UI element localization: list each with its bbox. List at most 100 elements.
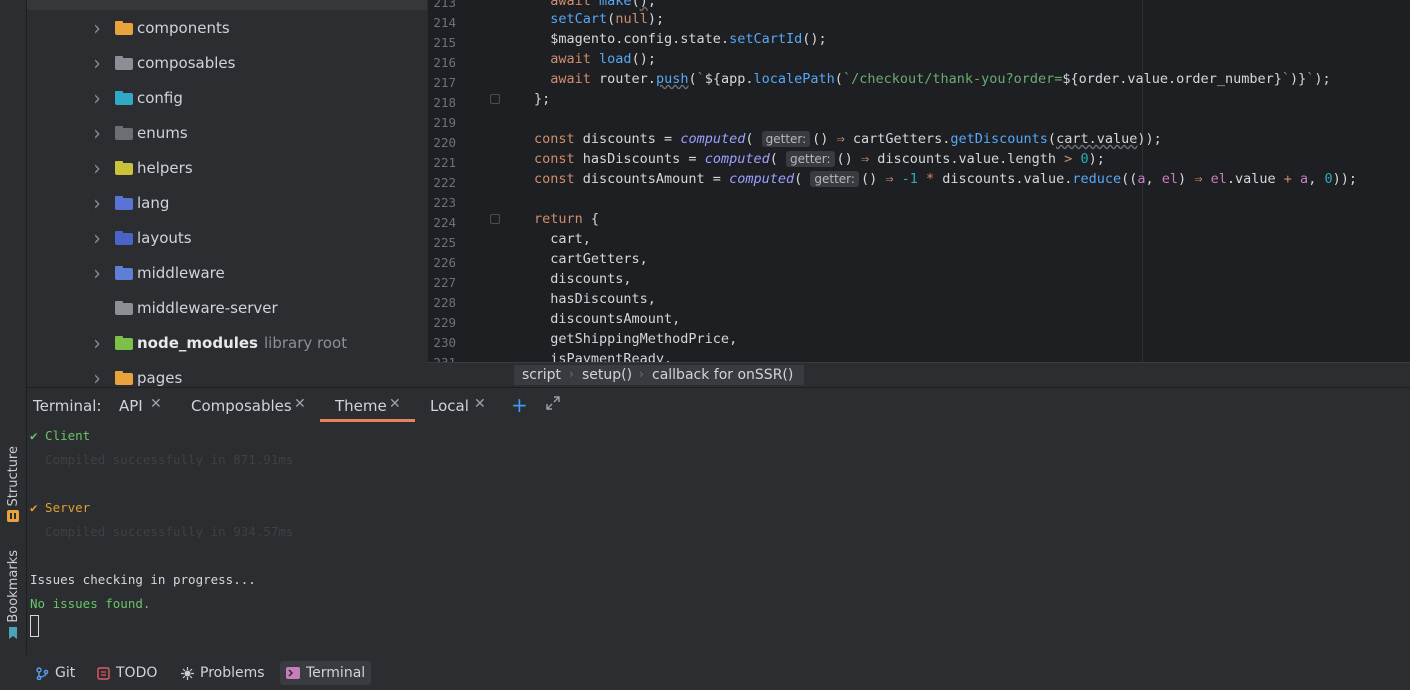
line-number: 217 bbox=[433, 75, 456, 90]
close-icon[interactable]: ✕ bbox=[294, 396, 306, 412]
chevron-right-icon[interactable]: › bbox=[94, 88, 103, 108]
add-tab-icon[interactable]: + bbox=[511, 393, 528, 417]
breadcrumb-script[interactable]: script bbox=[522, 367, 561, 383]
code-editor[interactable]: 213 214 215 216 217 218 219 220 221 222 223 224 225 2… bbox=[428, 0, 1410, 362]
code-line: const discountsAmount = computed( getter… bbox=[534, 171, 1357, 187]
chevron-right-icon[interactable]: › bbox=[94, 158, 103, 178]
tree-item-config[interactable]: › config bbox=[27, 80, 427, 115]
code-line: const discounts = computed( getter:() ⇒ … bbox=[534, 131, 1162, 147]
tab-theme[interactable]: Theme bbox=[335, 397, 387, 415]
terminal-label-bottom: Terminal bbox=[306, 665, 366, 681]
line-number: 215 bbox=[433, 35, 456, 50]
code-line: cart, bbox=[534, 231, 591, 247]
issues-checking: Issues checking in progress... bbox=[30, 572, 256, 587]
line-number: 222 bbox=[433, 175, 456, 190]
folder-icon bbox=[115, 160, 133, 175]
code-line: await router.push(`${app.localePath(`/ch… bbox=[550, 71, 1331, 87]
chevron-right-icon[interactable]: › bbox=[94, 53, 103, 73]
tree-item-label: config bbox=[137, 88, 183, 107]
chevron-right-icon[interactable]: › bbox=[94, 193, 103, 213]
tree-item-components[interactable]: › components bbox=[27, 10, 427, 45]
problems-icon bbox=[181, 666, 194, 680]
line-number: 229 bbox=[433, 315, 456, 330]
line-number: 230 bbox=[433, 335, 456, 350]
tree-item-middleware-server[interactable]: middleware-server bbox=[27, 290, 427, 325]
chevron-right-icon[interactable]: › bbox=[94, 228, 103, 248]
chevron-right-icon[interactable]: › bbox=[94, 263, 103, 283]
no-issues: No issues found. bbox=[30, 596, 151, 611]
line-number: 220 bbox=[433, 135, 456, 150]
bookmarks-tab[interactable]: Bookmarks bbox=[2, 550, 24, 639]
tree-item-helpers[interactable]: › helpers bbox=[27, 150, 427, 185]
close-icon[interactable]: ✕ bbox=[150, 396, 162, 412]
left-tool-stripe: Structure Bookmarks bbox=[0, 0, 27, 690]
line-number: 218 bbox=[433, 95, 456, 110]
client-status: ✔ Client bbox=[30, 428, 91, 443]
tab-api[interactable]: API bbox=[119, 397, 143, 415]
breadcrumb-setup[interactable]: setup() bbox=[582, 367, 632, 383]
code-line: return { bbox=[534, 211, 600, 227]
code-line: isPaymentReady, bbox=[534, 351, 673, 362]
tree-item-label: pages bbox=[137, 368, 183, 387]
tree-item-label: composables bbox=[137, 53, 236, 72]
line-number: 225 bbox=[433, 235, 456, 250]
structure-tab[interactable]: Structure bbox=[2, 446, 24, 523]
folder-icon bbox=[115, 125, 133, 140]
tree-item-label: helpers bbox=[137, 158, 193, 177]
folder-icon bbox=[115, 300, 133, 315]
bookmarks-tab-label: Bookmarks bbox=[5, 550, 21, 623]
code-line: discountsAmount, bbox=[534, 311, 681, 327]
line-number: 228 bbox=[433, 295, 456, 310]
chevron-right-icon[interactable]: › bbox=[94, 333, 103, 353]
line-number: 224 bbox=[433, 215, 456, 230]
tree-item-label: middleware-server bbox=[137, 298, 278, 317]
chevron-right-icon[interactable]: › bbox=[94, 123, 103, 143]
git-button[interactable]: Git bbox=[30, 661, 81, 685]
todo-button[interactable]: TODO bbox=[91, 661, 163, 685]
tree-item-label: node_modules library root bbox=[137, 333, 348, 352]
line-number: 219 bbox=[433, 115, 456, 130]
line-number: 214 bbox=[433, 15, 456, 30]
code-line: getShippingMethodPrice, bbox=[534, 331, 738, 347]
tree-item-node-modules[interactable]: › node_modules library root bbox=[27, 325, 427, 360]
tree-item-label: middleware bbox=[137, 263, 225, 282]
terminal-output[interactable]: ✔ Client Compiled successfully in 871.91… bbox=[27, 422, 1410, 655]
tree-item-layouts[interactable]: › layouts bbox=[27, 220, 427, 255]
line-number: 213 bbox=[433, 0, 456, 10]
breadcrumb-callback[interactable]: callback for onSSR() bbox=[652, 367, 793, 383]
folder-icon bbox=[115, 20, 133, 35]
code-line: const hasDiscounts = computed( getter:()… bbox=[534, 151, 1105, 167]
folder-icon bbox=[115, 265, 133, 280]
folder-icon bbox=[115, 370, 133, 385]
tree-item-enums[interactable]: › enums bbox=[27, 115, 427, 150]
structure-icon bbox=[7, 510, 19, 523]
fold-marker[interactable] bbox=[490, 214, 500, 224]
problems-button[interactable]: Problems bbox=[175, 661, 271, 685]
terminal-button[interactable]: Terminal bbox=[280, 661, 372, 685]
server-compiled: Compiled successfully in 934.57ms bbox=[30, 524, 294, 539]
code-line: await load(); bbox=[550, 51, 656, 67]
code-line: hasDiscounts, bbox=[534, 291, 656, 307]
tree-item-pages[interactable]: › pages bbox=[27, 360, 427, 388]
close-icon[interactable]: ✕ bbox=[389, 396, 401, 412]
close-icon[interactable]: ✕ bbox=[474, 396, 486, 412]
chevron-right-icon[interactable]: › bbox=[94, 18, 103, 38]
code-line: discounts, bbox=[534, 271, 632, 287]
line-number: 216 bbox=[433, 55, 456, 70]
folder-icon bbox=[115, 230, 133, 245]
tab-composables[interactable]: Composables bbox=[191, 397, 292, 415]
chevron-right-icon[interactable]: › bbox=[94, 368, 103, 388]
line-number: 226 bbox=[433, 255, 456, 270]
breadcrumb-separator: › bbox=[639, 367, 644, 381]
line-number: 227 bbox=[433, 275, 456, 290]
bottom-tool-bar: Git TODO Problems Terminal bbox=[0, 655, 1410, 690]
problems-label: Problems bbox=[200, 665, 265, 681]
tree-item-composables[interactable]: › composables bbox=[27, 45, 427, 80]
tree-item-middleware[interactable]: › middleware bbox=[27, 255, 427, 290]
expand-icon[interactable] bbox=[545, 395, 561, 411]
tab-local[interactable]: Local bbox=[430, 397, 469, 415]
terminal-cursor bbox=[30, 615, 39, 637]
fold-marker[interactable] bbox=[490, 94, 500, 104]
breadcrumb: script › setup() › callback for onSSR() bbox=[428, 362, 1410, 388]
tree-item-lang[interactable]: › lang bbox=[27, 185, 427, 220]
